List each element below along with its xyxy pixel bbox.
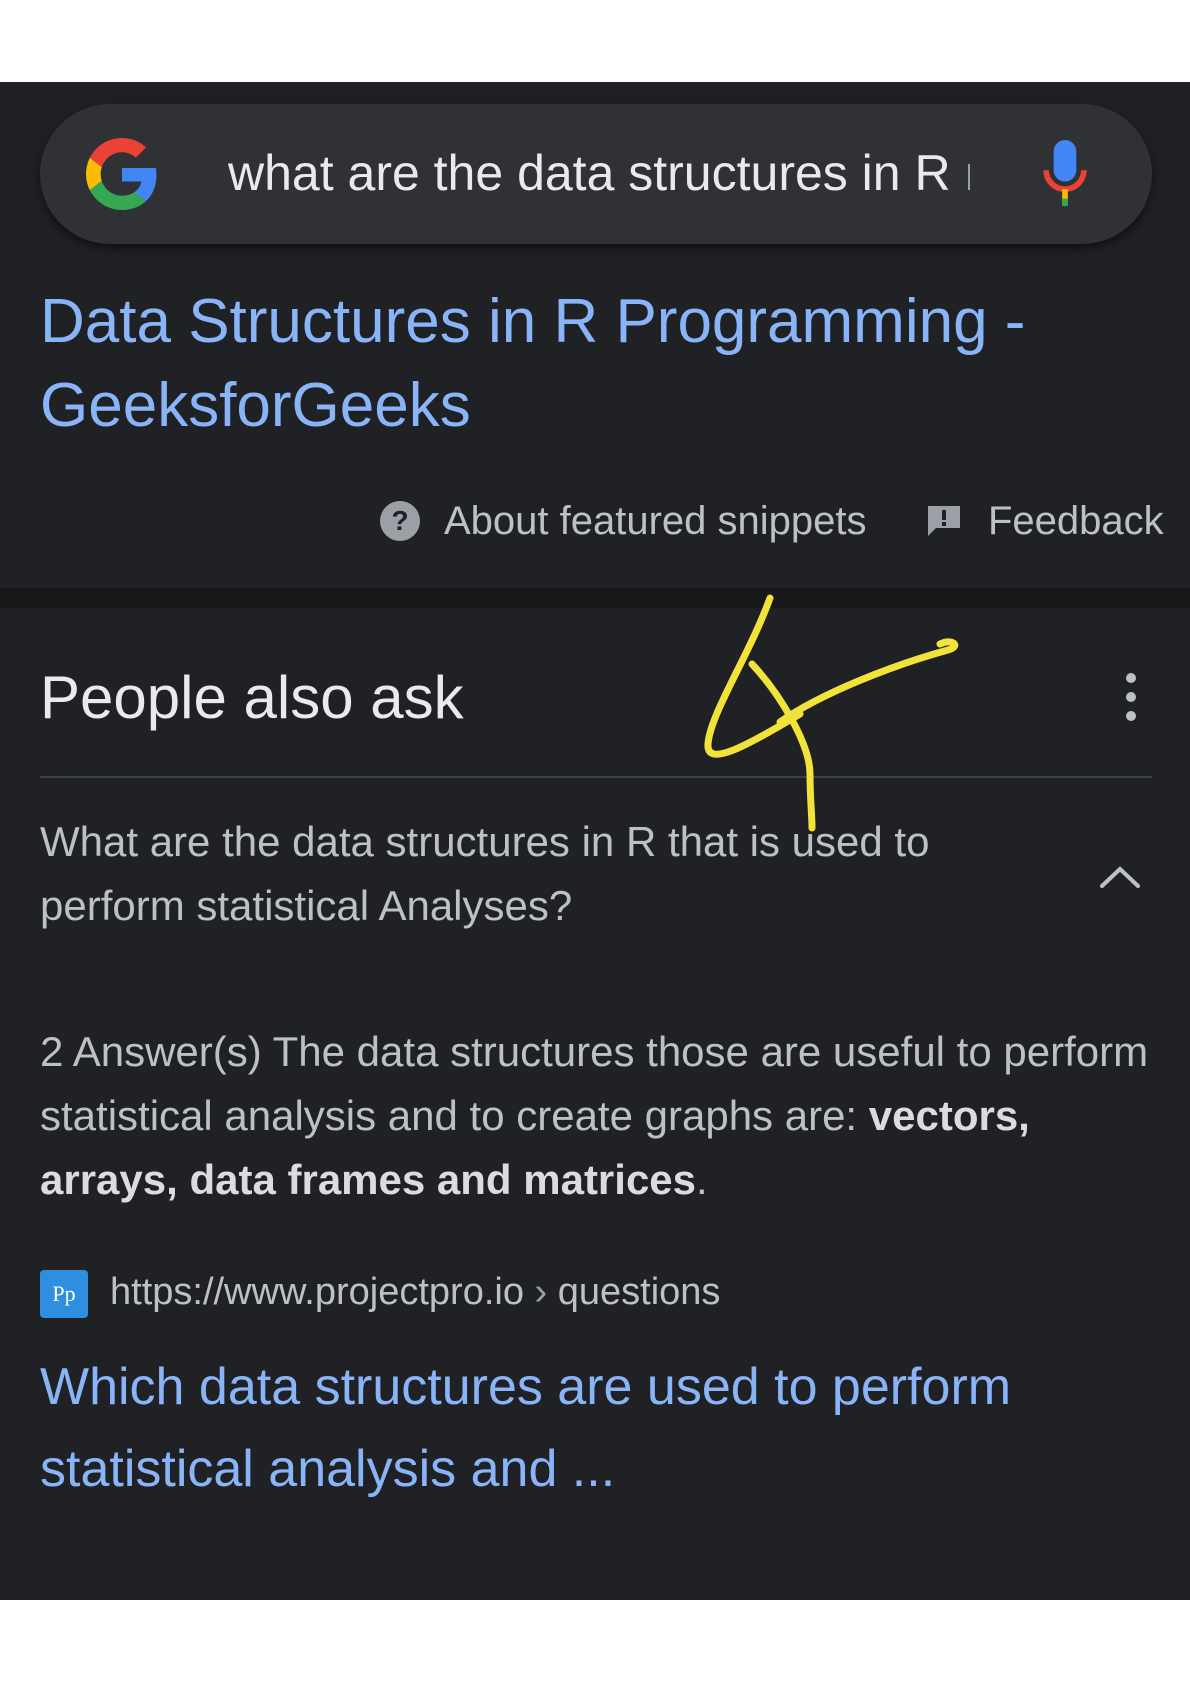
google-g-icon [86,138,157,210]
heading-rule [40,776,1152,778]
paa-answer: 2 Answer(s) The data structures those ar… [40,1020,1150,1212]
chevron-up-icon[interactable] [1098,864,1142,890]
paa-question[interactable]: What are the data structures in R that i… [40,810,1040,938]
source-url[interactable]: https://www.projectpro.io › questions [110,1271,721,1314]
search-input[interactable]: what are the data structures in R [228,148,951,198]
microphone-icon[interactable] [1042,140,1088,208]
people-also-ask-heading: People also ask [40,664,464,731]
source-path: questions [557,1271,721,1313]
help-circle-icon: ? [380,501,420,541]
more-options-icon[interactable] [1124,672,1138,722]
breadcrumb-separator: › [534,1271,548,1313]
about-snippets-label: About featured snippets [444,498,867,543]
source-domain: https://www.projectpro.io [110,1271,524,1313]
text-cursor [968,164,970,190]
handwritten-annotation [704,594,959,832]
feedback-button[interactable]: Feedback [926,496,1164,546]
source-link-title[interactable]: Which data structures are used to perfor… [40,1346,1150,1510]
search-bar[interactable]: what are the data structures in R [40,104,1152,244]
feedback-label: Feedback [988,498,1164,543]
about-featured-snippets[interactable]: ? About featured snippets [380,496,867,546]
featured-result-title[interactable]: Data Structures in R Programming - Geeks… [40,280,1150,448]
site-favicon: Pp [40,1270,88,1318]
answer-period: . [696,1156,708,1203]
section-divider [0,588,1190,608]
search-results-screen: what are the data structures in R Data S… [0,82,1190,1600]
feedback-icon [928,506,960,536]
